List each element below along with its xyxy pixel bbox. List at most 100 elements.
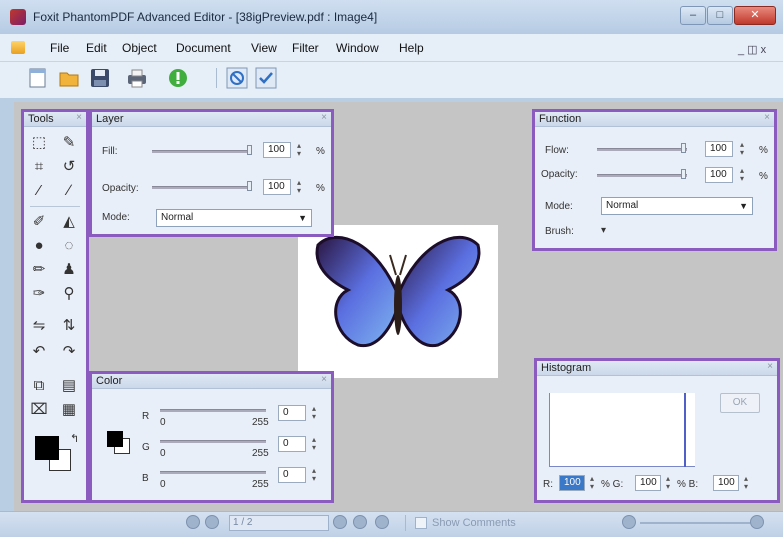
fill-bucket-tool-icon[interactable]: ◭: [60, 213, 78, 231]
first-page-icon[interactable]: [186, 515, 200, 529]
layer-fill-input[interactable]: 100: [263, 142, 291, 158]
status-separator: [405, 515, 406, 531]
resize-icon[interactable]: ▦: [60, 401, 78, 419]
close-button[interactable]: ✕: [734, 6, 776, 25]
swap-colors-icon[interactable]: ↰: [70, 432, 79, 445]
blur-tool-icon[interactable]: ●: [30, 237, 48, 255]
rotate-right-icon[interactable]: ↷: [60, 343, 78, 361]
save-icon[interactable]: [89, 67, 111, 89]
histogram-ok-button[interactable]: OK: [720, 393, 760, 413]
layer-opacity-slider-thumb[interactable]: [247, 181, 252, 191]
butterfly-image: [315, 235, 481, 348]
zoom-in-icon[interactable]: [750, 515, 764, 529]
new-icon[interactable]: [27, 67, 49, 89]
function-opacity-input[interactable]: 100: [705, 167, 733, 183]
function-flow-input[interactable]: 100: [705, 141, 733, 157]
layer-opacity-spinner[interactable]: ▴ ▾: [293, 179, 305, 195]
layer-panel-header: Layer ×: [92, 112, 331, 127]
image-canvas[interactable]: [298, 225, 498, 378]
red-input[interactable]: 0: [278, 405, 306, 421]
copy-icon[interactable]: ⧉: [30, 377, 48, 395]
layer-close-button[interactable]: ×: [321, 112, 327, 123]
app-menu-icon[interactable]: [11, 41, 25, 54]
layer-fill-spinner[interactable]: ▴ ▾: [293, 142, 305, 158]
mdi-controls[interactable]: _ ◫ x: [738, 43, 766, 56]
menu-view[interactable]: View: [251, 41, 277, 55]
open-icon[interactable]: [58, 67, 80, 89]
show-comments-checkbox[interactable]: [415, 517, 427, 529]
brush-tool-icon[interactable]: ✐: [30, 213, 48, 231]
eyedropper-tool-icon[interactable]: ⁄: [30, 182, 48, 200]
hist-r-spinner[interactable]: ▴ ▾: [586, 475, 598, 491]
histogram-close-button[interactable]: ×: [767, 361, 773, 372]
layer-mode-select[interactable]: Normal ▼: [156, 209, 312, 227]
chevron-down-icon: ▼: [298, 213, 307, 223]
menu-document[interactable]: Document: [176, 41, 231, 55]
print-icon[interactable]: [126, 67, 148, 89]
hist-b-spinner[interactable]: ▴ ▾: [740, 475, 752, 491]
magic-wand-tool-icon[interactable]: ✎: [60, 134, 78, 152]
green-input[interactable]: 0: [278, 436, 306, 452]
red-slider-track[interactable]: [160, 409, 266, 412]
function-opacity-spinner[interactable]: ▴ ▾: [736, 167, 748, 183]
marquee-tool-icon[interactable]: ⬚: [30, 134, 48, 152]
function-opacity-slider-track[interactable]: [597, 174, 687, 177]
layer-fill-slider-track[interactable]: [152, 150, 252, 153]
layer-fill-slider-thumb[interactable]: [247, 145, 252, 155]
page-view-icon[interactable]: [375, 515, 389, 529]
flip-vertical-icon[interactable]: ⇅: [60, 317, 78, 335]
function-opacity-slider-thumb[interactable]: [681, 169, 686, 179]
stamp-tool-icon[interactable]: ♟: [60, 261, 78, 279]
red-spinner[interactable]: ▴ ▾: [308, 405, 320, 421]
tools-close-button[interactable]: ×: [76, 112, 82, 123]
hist-r-input[interactable]: 100: [559, 475, 585, 491]
go-icon[interactable]: [167, 67, 189, 89]
cancel-icon[interactable]: [226, 67, 248, 89]
polygon-lasso-tool-icon[interactable]: ⌗: [30, 158, 48, 176]
menu-filter[interactable]: Filter: [292, 41, 319, 55]
brush-dropdown[interactable]: ▾: [601, 225, 606, 236]
color-picker-tool-icon[interactable]: ∕: [60, 182, 78, 200]
layer-opacity-input[interactable]: 100: [263, 179, 291, 195]
function-flow-slider-thumb[interactable]: [681, 143, 686, 153]
blue-spinner[interactable]: ▴ ▾: [308, 467, 320, 483]
minimize-button[interactable]: –: [680, 6, 706, 25]
function-close-button[interactable]: ×: [764, 112, 770, 123]
menu-file[interactable]: File: [50, 41, 69, 55]
layer-opacity-slider-track[interactable]: [152, 186, 252, 189]
menu-edit[interactable]: Edit: [86, 41, 107, 55]
blue-input[interactable]: 0: [278, 467, 306, 483]
next-page-icon[interactable]: [333, 515, 347, 529]
ok-icon[interactable]: [255, 67, 277, 89]
hist-g-spinner[interactable]: ▴ ▾: [662, 475, 674, 491]
prev-page-icon[interactable]: [205, 515, 219, 529]
eraser-tool-icon[interactable]: ◌: [60, 237, 78, 255]
zoom-out-icon[interactable]: [622, 515, 636, 529]
zoom-tool-icon[interactable]: ⚲: [60, 285, 78, 303]
zoom-slider-track[interactable]: [640, 522, 750, 524]
function-mode-select[interactable]: Normal ▼: [601, 197, 753, 215]
maximize-button[interactable]: □: [707, 6, 733, 25]
function-flow-spinner[interactable]: ▴ ▾: [736, 141, 748, 157]
function-flow-slider-track[interactable]: [597, 148, 687, 151]
lasso-tool-icon[interactable]: ↺: [60, 158, 78, 176]
green-slider-track[interactable]: [160, 440, 266, 443]
green-spinner[interactable]: ▴ ▾: [308, 436, 320, 452]
pencil-tool-icon[interactable]: ✏: [30, 261, 48, 279]
flip-horizontal-icon[interactable]: ⇋: [30, 317, 48, 335]
crop-icon[interactable]: ⌧: [30, 401, 48, 419]
menu-window[interactable]: Window: [336, 41, 379, 55]
smudge-tool-icon[interactable]: ✑: [30, 285, 48, 303]
hist-b-input[interactable]: 100: [713, 475, 739, 491]
last-page-icon[interactable]: [353, 515, 367, 529]
page-number-input[interactable]: 1 / 2: [229, 515, 329, 531]
layer-fill-label: Fill:: [102, 146, 118, 157]
blue-slider-track[interactable]: [160, 471, 266, 474]
layer-opacity-percent: %: [316, 183, 325, 194]
paste-icon[interactable]: ▤: [60, 377, 78, 395]
hist-g-input[interactable]: 100: [635, 475, 661, 491]
menu-help[interactable]: Help: [399, 41, 424, 55]
rotate-left-icon[interactable]: ↶: [30, 343, 48, 361]
color-close-button[interactable]: ×: [321, 374, 327, 385]
menu-object[interactable]: Object: [122, 41, 157, 55]
